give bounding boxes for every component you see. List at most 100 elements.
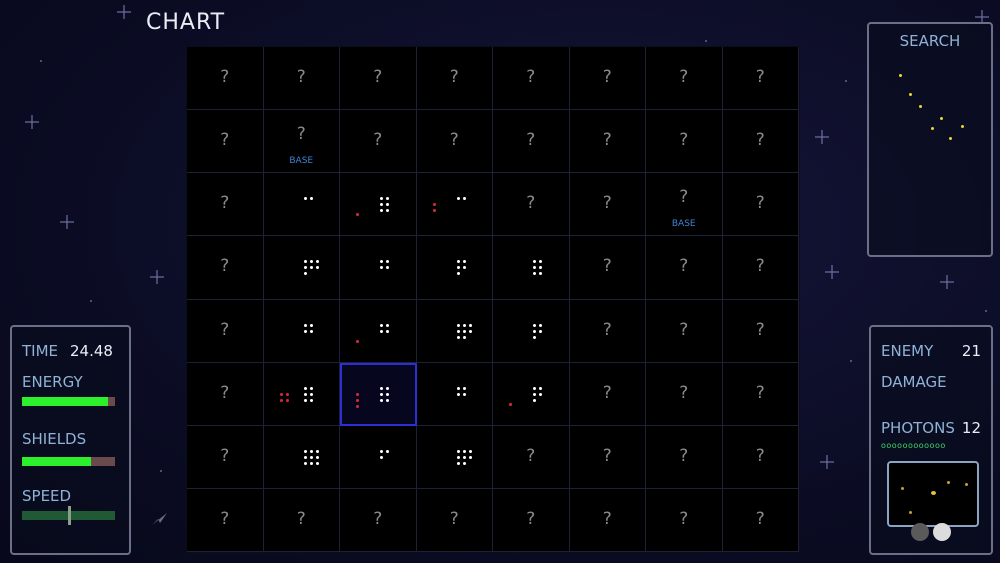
unknown-sector-mark: ? (373, 130, 383, 151)
chart-cell[interactable]: ? (493, 488, 570, 552)
star-dot (386, 323, 389, 327)
chart-cell[interactable]: ? (187, 362, 264, 426)
chart-cell[interactable]: ? (722, 173, 799, 237)
chart-cell[interactable]: ? (569, 362, 646, 426)
chart-cell[interactable]: ? (722, 425, 799, 489)
chart-cell[interactable]: ? (187, 488, 264, 552)
chart-cell[interactable]: ? (722, 488, 799, 552)
chart-cell[interactable]: ? (187, 425, 264, 489)
star-dot (309, 398, 313, 402)
unknown-sector-mark: ? (373, 508, 383, 529)
star-dot (456, 392, 460, 396)
star-dot (533, 323, 536, 327)
star-dot (386, 398, 389, 402)
chart-cell[interactable] (340, 173, 417, 237)
unknown-sector-mark: ? (755, 67, 765, 88)
star-dot (309, 461, 313, 465)
chart-cell[interactable]: ? (569, 488, 646, 552)
chart-cell[interactable] (263, 236, 340, 300)
chart-cell[interactable]: ? (646, 488, 723, 552)
chart-cell[interactable]: ? (569, 47, 646, 111)
chart-cell[interactable] (263, 425, 340, 489)
chart-cell[interactable]: ? (493, 425, 570, 489)
chart-cell[interactable] (340, 299, 417, 363)
chart-cell[interactable] (416, 362, 493, 426)
star-dot (309, 329, 313, 333)
chart-cell[interactable]: ? (187, 110, 264, 174)
chart-cell[interactable]: ? (416, 47, 493, 111)
chart-grid[interactable]: ?????????? BASE?????????? BASE????????????… (186, 46, 800, 553)
star-dot (303, 386, 307, 390)
chart-cell[interactable]: ? (263, 47, 340, 111)
chart-cell[interactable]: ? (646, 299, 723, 363)
unknown-sector-mark: ? (679, 508, 689, 529)
star-cluster (380, 260, 389, 270)
chart-cell[interactable]: ? BASE (263, 110, 340, 174)
sector-minimap[interactable] (887, 461, 979, 527)
speed-label: SPEED (22, 487, 72, 505)
chart-cell[interactable]: ? (340, 488, 417, 552)
speed-slider-handle[interactable] (67, 506, 71, 525)
chart-cell[interactable]: ? (569, 425, 646, 489)
chart-cell[interactable]: ? (187, 173, 264, 237)
chart-cell[interactable] (263, 362, 340, 426)
chart-cell[interactable] (493, 362, 570, 426)
chart-cell[interactable] (340, 362, 417, 426)
star-cluster (303, 386, 313, 402)
chart-cell[interactable] (340, 425, 417, 489)
chart-cell[interactable]: ? (569, 236, 646, 300)
chart-cell[interactable]: ? (722, 110, 799, 174)
chart-cell[interactable]: ? (722, 47, 799, 111)
chart-cell[interactable] (416, 173, 493, 237)
search-star (899, 74, 902, 77)
chart-cell[interactable]: ? (493, 173, 570, 237)
chart-cell[interactable]: ? (646, 362, 723, 426)
chart-cell[interactable]: ? (722, 362, 799, 426)
speed-slider[interactable] (22, 506, 115, 525)
star-dot (462, 449, 466, 453)
star-dot (456, 386, 460, 390)
chart-cell[interactable]: ? (187, 299, 264, 363)
chart-cell[interactable]: ? (722, 299, 799, 363)
chart-cell[interactable]: ? (569, 299, 646, 363)
star-dot (303, 449, 307, 453)
chart-cell[interactable]: ? (187, 47, 264, 111)
chart-cell[interactable]: ? (187, 236, 264, 300)
chart-cell[interactable]: ? (416, 488, 493, 552)
search-star (931, 127, 934, 130)
star-dot (315, 266, 319, 270)
chart-cell[interactable] (493, 299, 570, 363)
star-dot (386, 266, 389, 270)
orb-icon[interactable] (933, 523, 951, 541)
chart-cell[interactable] (416, 236, 493, 300)
chart-cell[interactable]: ? (493, 110, 570, 174)
search-panel[interactable]: SEARCH (867, 22, 993, 257)
chart-cell[interactable]: ? (722, 236, 799, 300)
chart-cell[interactable]: ? (493, 47, 570, 111)
chart-cell[interactable]: ? (263, 488, 340, 552)
chart-cell[interactable] (416, 425, 493, 489)
chart-cell[interactable]: ? (416, 110, 493, 174)
chart-cell[interactable]: ? (569, 173, 646, 237)
chart-cell[interactable]: ? (340, 110, 417, 174)
unknown-sector-mark: ? (220, 256, 230, 277)
chart-cell[interactable]: ? (646, 47, 723, 111)
unknown-sector-mark: ? (526, 445, 536, 466)
star-dot (309, 455, 313, 459)
unknown-sector-mark: ? (373, 67, 383, 88)
star-dot (468, 329, 472, 333)
chart-cell[interactable] (340, 236, 417, 300)
chart-cell[interactable] (416, 299, 493, 363)
star-cluster (456, 323, 472, 339)
chart-cell[interactable] (493, 236, 570, 300)
orb-icon[interactable] (911, 523, 929, 541)
chart-cell[interactable]: ? (569, 110, 646, 174)
chart-cell[interactable]: ? (646, 110, 723, 174)
chart-cell[interactable]: ? (340, 47, 417, 111)
chart-cell[interactable]: ? BASE (646, 173, 723, 237)
unknown-sector-mark: ? (526, 508, 536, 529)
chart-cell[interactable] (263, 299, 340, 363)
chart-cell[interactable] (263, 173, 340, 237)
chart-cell[interactable]: ? (646, 236, 723, 300)
chart-cell[interactable]: ? (646, 425, 723, 489)
